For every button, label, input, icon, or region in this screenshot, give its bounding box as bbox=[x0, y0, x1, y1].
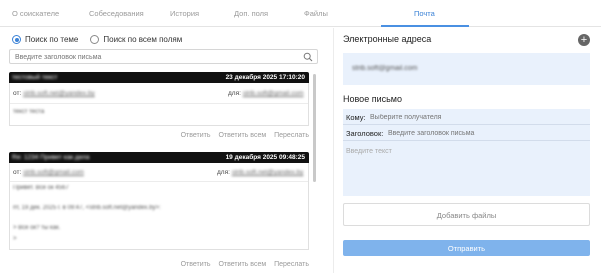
radio-label-subject[interactable]: Поиск по теме bbox=[25, 35, 78, 44]
compose-form: Кому: Заголовок: Введите текст bbox=[343, 109, 590, 196]
recipient-label: Кому: bbox=[346, 113, 366, 122]
send-label: Отправить bbox=[447, 244, 486, 253]
email-address-item[interactable]: strib.soft@gmail.com bbox=[352, 65, 417, 72]
forward-button[interactable]: Переслать bbox=[274, 132, 309, 139]
message-text-line: Привет. Все ок 4567 bbox=[13, 185, 69, 191]
message-text-line: > Все ок? ты как. bbox=[13, 225, 61, 231]
subject-field[interactable]: Заголовок: bbox=[343, 125, 590, 141]
tab-files[interactable]: Файлы bbox=[304, 9, 328, 18]
radio-search-by-subject[interactable] bbox=[12, 35, 21, 44]
tab-bar: О соискателе Собеседования История Доп. … bbox=[0, 0, 601, 27]
message-text-line: пт, 19 дек. 2025 г. в 09:47, <strib.soft… bbox=[13, 205, 161, 211]
radio-label-all-fields[interactable]: Поиск по всем полям bbox=[103, 35, 182, 44]
message-subject: Re: 1234 Привет как дела bbox=[12, 154, 90, 161]
to-label: для: bbox=[228, 90, 241, 97]
forward-button[interactable]: Переслать bbox=[274, 261, 309, 268]
message-body: от: strib.soft@gmail.com для: strib.soft… bbox=[9, 163, 309, 250]
from-label: от: bbox=[13, 169, 22, 176]
send-button[interactable]: Отправить bbox=[343, 240, 590, 256]
new-letter-title: Новое письмо bbox=[343, 94, 402, 104]
reply-button[interactable]: Ответить bbox=[181, 132, 211, 139]
email-list: strib.soft@gmail.com bbox=[343, 53, 590, 85]
subject-input[interactable] bbox=[388, 128, 583, 138]
plus-icon: + bbox=[580, 34, 588, 46]
message-list-scrollbar[interactable] bbox=[313, 74, 316, 182]
recipient-field[interactable]: Кому: bbox=[343, 109, 590, 125]
from-label: от: bbox=[13, 90, 22, 97]
message-card[interactable]: Re: 1234 Привет как дела 19 декабря 2025… bbox=[9, 152, 309, 250]
attach-files-label: Добавить файлы bbox=[436, 211, 497, 220]
message-header[interactable]: Re: 1234 Привет как дела 19 декабря 2025… bbox=[9, 152, 309, 163]
message-date: 23 декабря 2025 17:10:20 bbox=[225, 74, 305, 81]
emails-title: Электронные адреса bbox=[343, 34, 432, 44]
message-actions: Ответить Ответить всем Переслать bbox=[175, 132, 309, 139]
active-tab-indicator bbox=[381, 25, 469, 27]
message-divider bbox=[10, 181, 308, 182]
tab-history[interactable]: История bbox=[170, 9, 199, 18]
message-subject: тестовый текст bbox=[12, 74, 58, 81]
from-address[interactable]: strib.soft.net@yandex.by bbox=[23, 90, 95, 97]
to-label: для: bbox=[217, 169, 230, 176]
tab-extra-fields[interactable]: Доп. поля bbox=[234, 9, 268, 18]
message-text: текст теста bbox=[13, 109, 45, 115]
tab-interviews[interactable]: Собеседования bbox=[89, 9, 144, 18]
message-divider bbox=[10, 103, 308, 104]
to-address[interactable]: strib.soft@gmail.com bbox=[243, 90, 304, 97]
message-list: тестовый текст 23 декабря 2025 17:10:20 … bbox=[9, 72, 309, 273]
reply-button[interactable]: Ответить bbox=[181, 261, 211, 268]
subject-label: Заголовок: bbox=[346, 129, 384, 138]
tab-candidate[interactable]: О соискателе bbox=[12, 9, 59, 18]
attach-files-button[interactable]: Добавить файлы bbox=[343, 203, 590, 226]
search-icon[interactable] bbox=[303, 52, 313, 62]
body-textarea[interactable]: Введите текст bbox=[346, 148, 392, 155]
search-field[interactable] bbox=[9, 49, 318, 64]
panel-divider bbox=[333, 28, 334, 273]
message-actions: Ответить Ответить всем Переслать bbox=[175, 261, 309, 268]
reply-all-button[interactable]: Ответить всем bbox=[218, 132, 266, 139]
message-text-line: > bbox=[13, 236, 17, 242]
search-mode: Поиск по теме Поиск по всем полям bbox=[12, 34, 194, 45]
recipient-input[interactable] bbox=[370, 112, 570, 122]
search-input[interactable] bbox=[15, 52, 295, 62]
reply-all-button[interactable]: Ответить всем bbox=[218, 261, 266, 268]
from-address[interactable]: strib.soft@gmail.com bbox=[23, 169, 84, 176]
message-card[interactable]: тестовый текст 23 декабря 2025 17:10:20 … bbox=[9, 72, 309, 126]
message-header[interactable]: тестовый текст 23 декабря 2025 17:10:20 bbox=[9, 72, 309, 83]
to-address[interactable]: strib.soft.net@yandex.by bbox=[232, 169, 304, 176]
add-email-button[interactable]: + bbox=[578, 34, 590, 46]
message-date: 19 декабря 2025 09:48:25 bbox=[225, 154, 305, 161]
radio-search-all-fields[interactable] bbox=[90, 35, 100, 44]
message-body: от: strib.soft.net@yandex.by для: strib.… bbox=[9, 83, 309, 126]
tab-mail[interactable]: Почта bbox=[414, 9, 435, 18]
